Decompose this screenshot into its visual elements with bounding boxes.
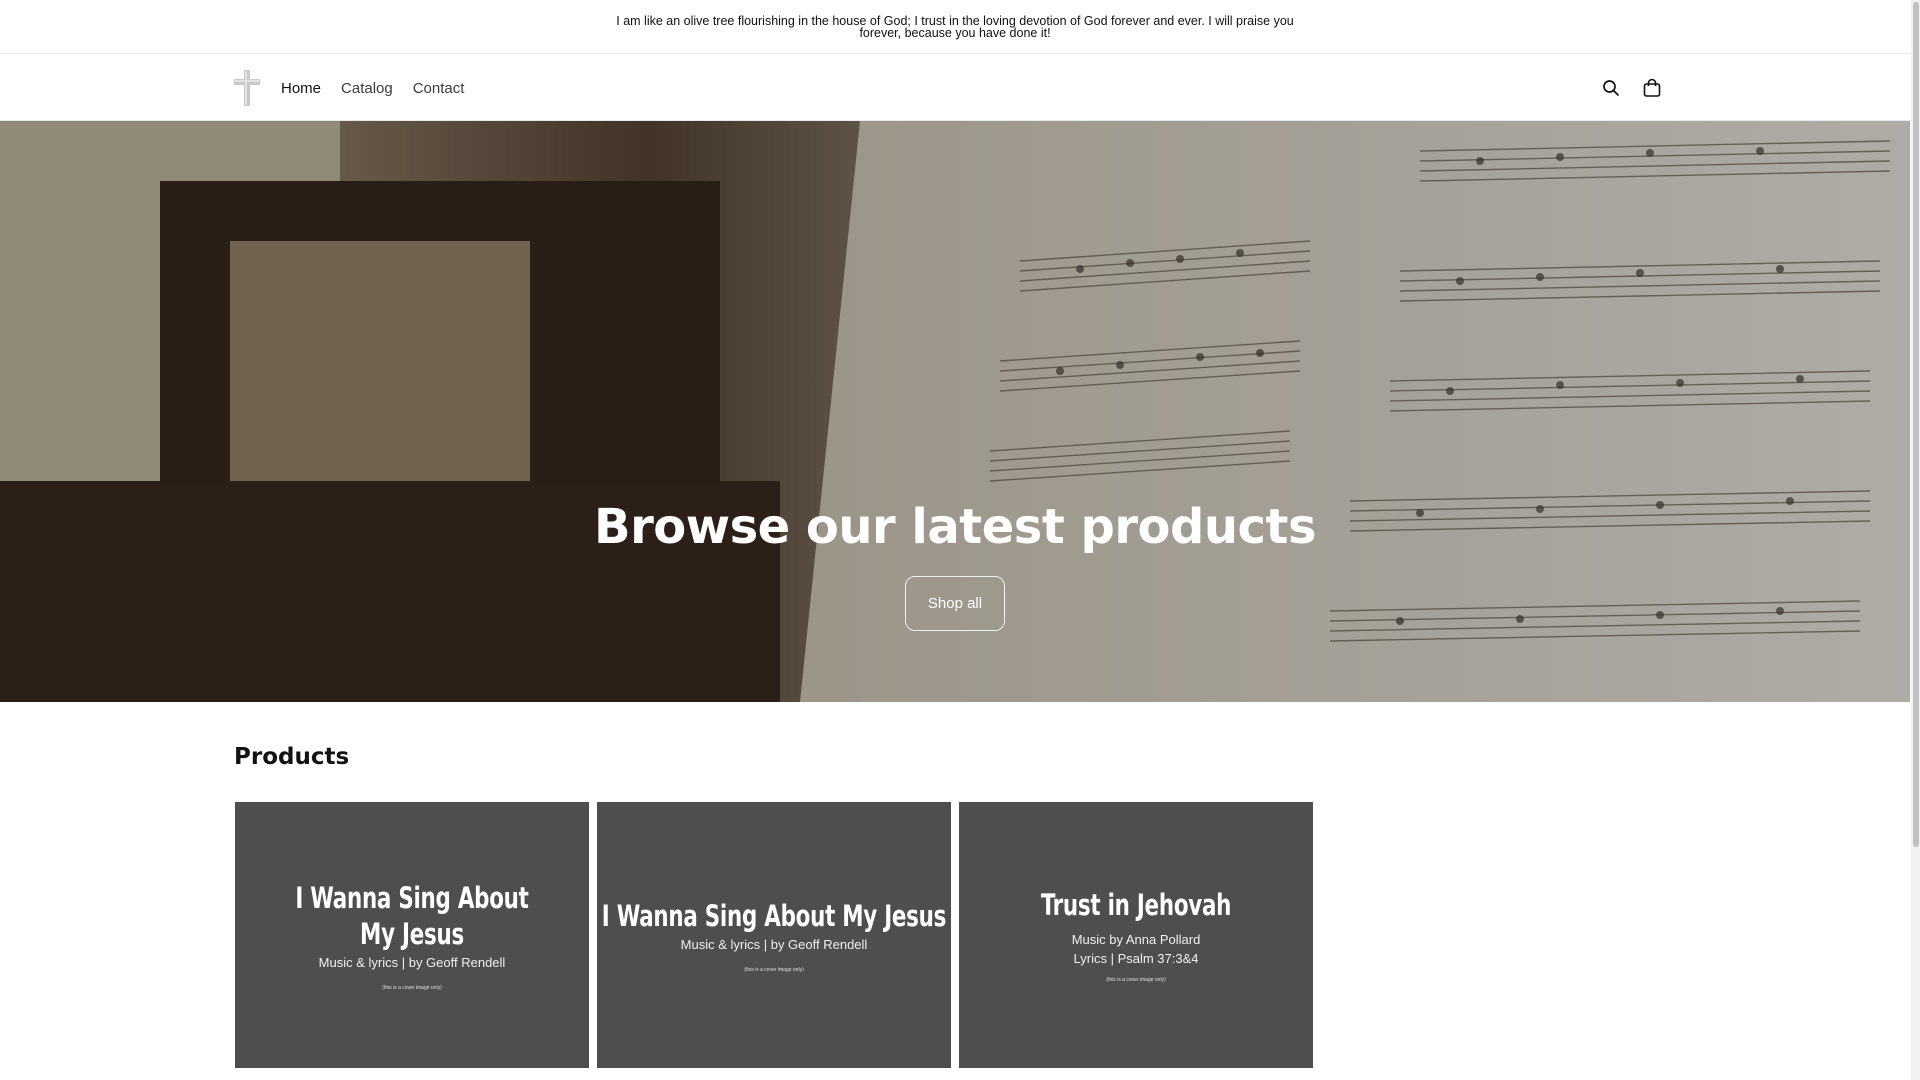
product-title: I Wanna Sing About My Jesus <box>601 898 947 933</box>
cross-icon[interactable] <box>233 69 261 107</box>
hero-banner: Browse our latest products Shop all <box>0 121 1910 702</box>
scrollbar-thumb[interactable] <box>1913 2 1919 847</box>
product-title: I Wanna Sing About My Jesus <box>295 880 529 951</box>
product-card[interactable]: Trust in Jehovah Music by Anna Pollard L… <box>959 802 1313 1068</box>
product-note: (this is a cover image only) <box>1106 977 1166 983</box>
product-grid: I Wanna Sing About My Jesus Music & lyri… <box>235 802 1313 1068</box>
main-nav: Home Catalog Contact <box>281 55 464 121</box>
nav-contact[interactable]: Contact <box>413 80 465 97</box>
product-subtitle: Music & lyrics | by Geoff Rendell <box>680 936 868 952</box>
cart-icon[interactable] <box>1641 77 1663 99</box>
product-card[interactable]: I Wanna Sing About My Jesus Music & lyri… <box>235 802 589 1068</box>
product-card[interactable]: I Wanna Sing About My Jesus Music & lyri… <box>597 802 951 1068</box>
nav-home[interactable]: Home <box>281 80 321 97</box>
product-subtitle: Music & lyrics | by Geoff Rendell <box>318 954 506 970</box>
product-note: (this is a cover image only) <box>382 984 442 991</box>
search-icon[interactable] <box>1600 77 1622 99</box>
site-header: Home Catalog Contact <box>0 55 1910 121</box>
product-title: Trust in Jehovah <box>1040 888 1232 922</box>
announcement-text: I am like an olive tree flourishing in t… <box>616 13 1294 40</box>
nav-catalog[interactable]: Catalog <box>341 80 393 97</box>
shop-all-button[interactable]: Shop all <box>905 576 1005 631</box>
products-heading: Products <box>234 744 350 770</box>
announcement-bar: I am like an olive tree flourishing in t… <box>0 0 1910 54</box>
product-subtitle: Music by Anna Pollard <box>1071 932 1201 947</box>
product-subtitle-2: Lyrics | Psalm 37:3&4 <box>1073 951 1199 966</box>
product-note: (this is a cover image only) <box>744 966 804 973</box>
hero-title: Browse our latest products <box>593 499 1317 555</box>
